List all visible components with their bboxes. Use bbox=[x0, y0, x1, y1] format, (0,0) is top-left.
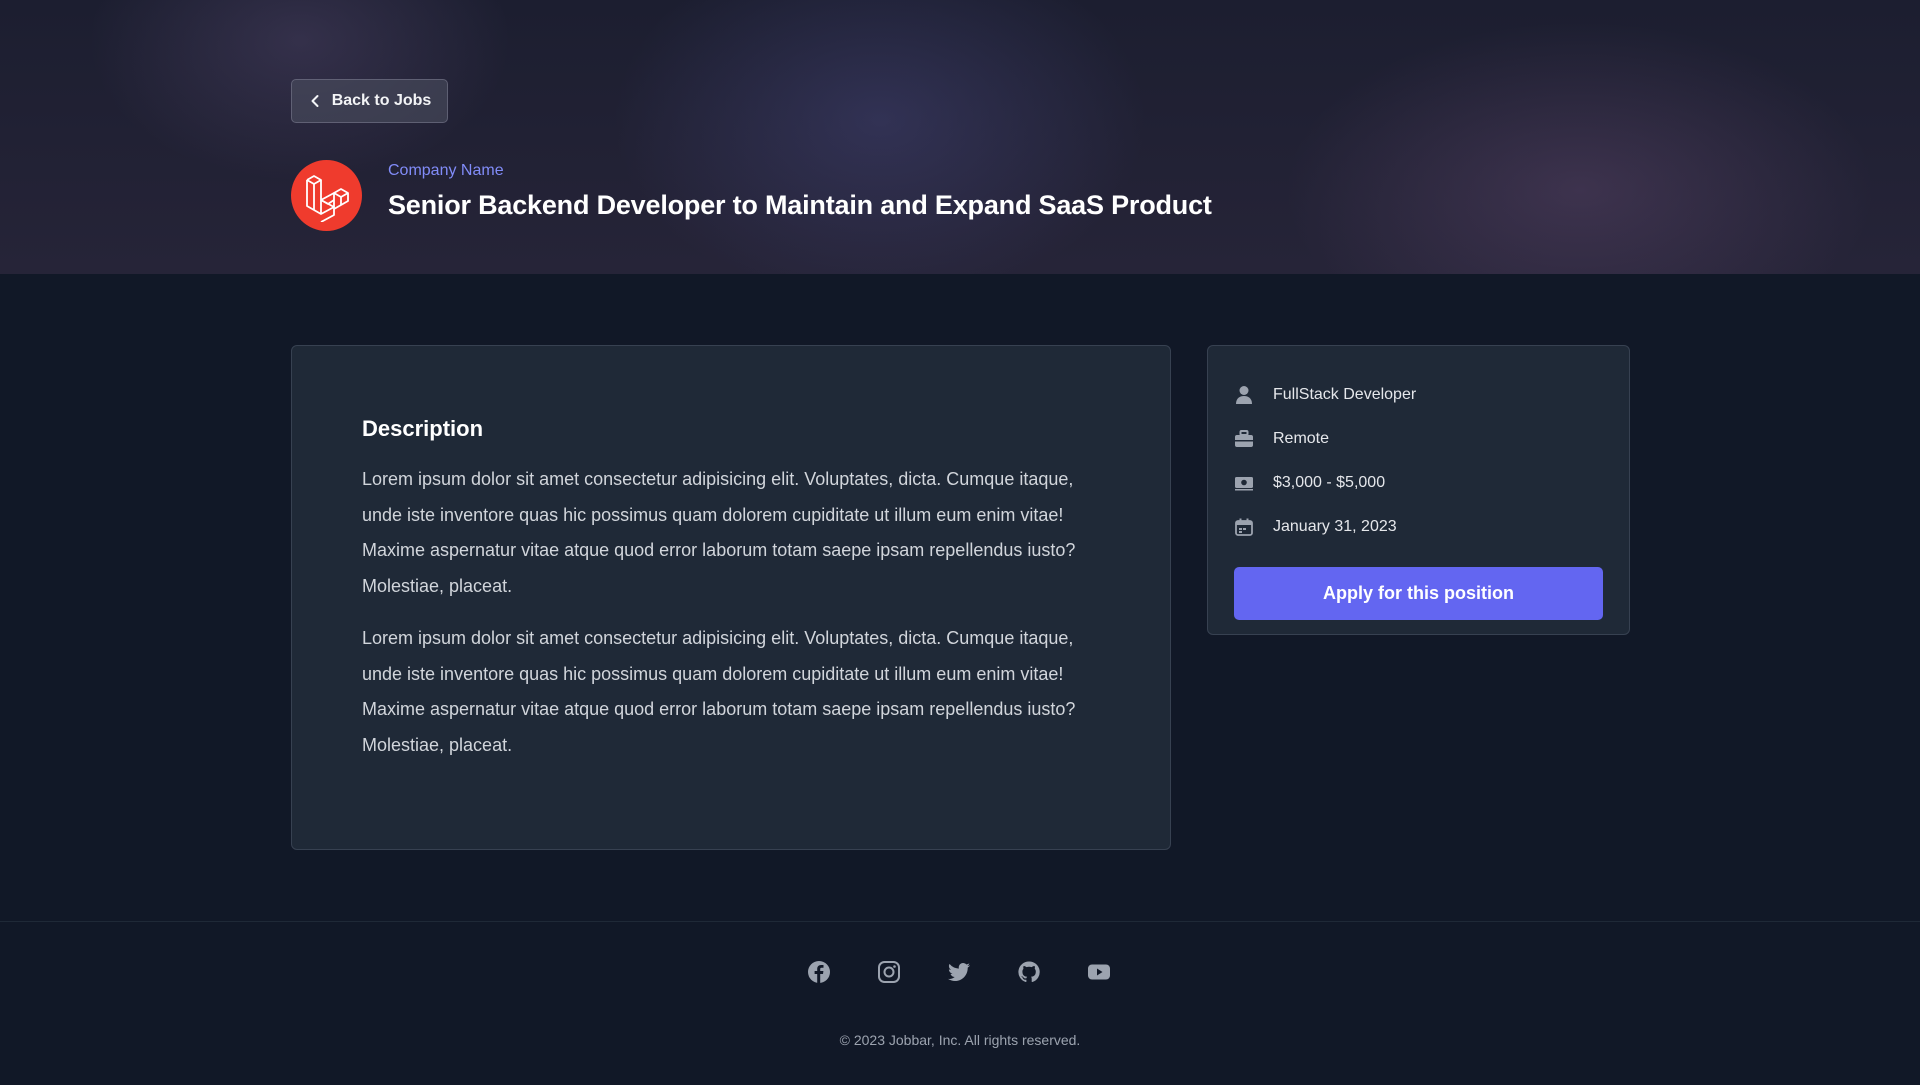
job-date-text: January 31, 2023 bbox=[1273, 518, 1397, 535]
company-logo bbox=[291, 160, 362, 231]
user-icon bbox=[1234, 385, 1254, 405]
job-detail-page: Back to Jobs Company Name Senior Backend… bbox=[0, 0, 1920, 1085]
apply-button[interactable]: Apply for this position bbox=[1234, 567, 1603, 620]
chevron-left-icon bbox=[311, 95, 319, 107]
instagram-icon[interactable] bbox=[877, 960, 901, 984]
job-role-row: FullStack Developer bbox=[1234, 373, 1603, 417]
briefcase-icon bbox=[1234, 429, 1254, 449]
job-date-row: January 31, 2023 bbox=[1234, 505, 1603, 549]
description-paragraph: Lorem ipsum dolor sit amet consectetur a… bbox=[362, 469, 1076, 596]
social-links bbox=[807, 960, 1111, 984]
calendar-icon bbox=[1234, 517, 1254, 537]
copyright-text: © 2023 Jobbar, Inc. All rights reserved. bbox=[839, 1032, 1081, 1048]
job-salary-text: $3,000 - $5,000 bbox=[1273, 474, 1386, 491]
job-title: Senior Backend Developer to Maintain and… bbox=[388, 190, 1212, 220]
laravel-logo-icon bbox=[305, 174, 349, 222]
money-icon bbox=[1234, 473, 1254, 493]
job-header: Back to Jobs Company Name Senior Backend… bbox=[0, 0, 1920, 274]
back-to-jobs-label: Back to Jobs bbox=[331, 92, 432, 109]
github-icon[interactable] bbox=[1017, 960, 1041, 984]
description-heading: Description bbox=[362, 416, 484, 441]
job-salary-row: $3,000 - $5,000 bbox=[1234, 461, 1603, 505]
company-name[interactable]: Company Name bbox=[388, 162, 504, 180]
description-paragraph: Lorem ipsum dolor sit amet consectetur a… bbox=[362, 628, 1076, 755]
twitter-icon[interactable] bbox=[947, 960, 971, 984]
job-details-card: FullStack Developer Remote $3,000 - $5,0… bbox=[1207, 345, 1630, 635]
description-card: Description Lorem ipsum dolor sit amet c… bbox=[291, 345, 1171, 850]
back-to-jobs-button[interactable]: Back to Jobs bbox=[291, 79, 448, 123]
job-location-text: Remote bbox=[1273, 430, 1330, 447]
facebook-icon[interactable] bbox=[807, 960, 831, 984]
job-role-text: FullStack Developer bbox=[1273, 386, 1417, 403]
footer: © 2023 Jobbar, Inc. All rights reserved. bbox=[0, 921, 1920, 1085]
youtube-icon[interactable] bbox=[1087, 960, 1111, 984]
job-location-row: Remote bbox=[1234, 417, 1603, 461]
